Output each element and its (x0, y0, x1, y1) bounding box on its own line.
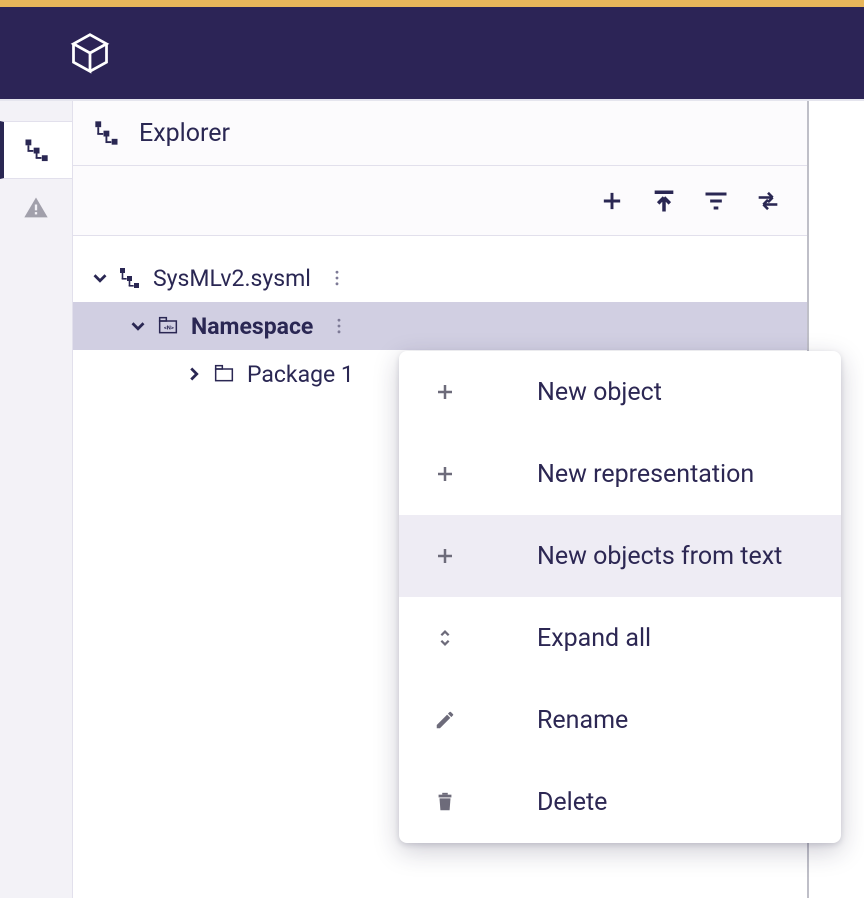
explorer-title: Explorer (139, 119, 230, 148)
plus-icon (431, 542, 459, 570)
context-menu: New object New representation New object… (399, 351, 841, 843)
add-button[interactable] (597, 186, 627, 216)
main-area: Explorer (0, 101, 864, 898)
menu-item-label: Expand all (537, 624, 651, 653)
menu-item-rename[interactable]: Rename (399, 679, 841, 761)
namespace-icon: <N> (155, 313, 181, 339)
explorer-header: Explorer (73, 101, 807, 166)
tree-node-label: SysMLv2.sysml (153, 265, 311, 292)
tree-outline-icon (93, 119, 121, 147)
chevron-down-icon[interactable] (125, 313, 151, 339)
plus-icon (431, 378, 459, 406)
menu-item-label: Rename (537, 706, 628, 735)
menu-item-expand-all[interactable]: Expand all (399, 597, 841, 679)
sync-button[interactable] (753, 186, 783, 216)
upload-button[interactable] (649, 186, 679, 216)
plus-icon (431, 460, 459, 488)
sidebar-tab-explorer[interactable] (0, 121, 72, 179)
app-header (0, 7, 864, 101)
tree-node-label: Package 1 (247, 361, 354, 388)
menu-item-label: Delete (537, 788, 607, 817)
chevron-down-icon[interactable] (87, 265, 113, 291)
trash-icon (431, 788, 459, 816)
pencil-icon (431, 706, 459, 734)
explorer-panel: Explorer (73, 101, 809, 898)
expand-icon (431, 624, 459, 652)
accent-bar (0, 0, 864, 7)
menu-item-new-objects-from-text[interactable]: New objects from text (399, 515, 841, 597)
svg-text:<N>: <N> (164, 325, 174, 331)
node-menu-button[interactable] (327, 314, 351, 338)
model-file-icon (117, 265, 143, 291)
explorer-toolbar (73, 166, 807, 236)
menu-item-label: New object (537, 378, 662, 407)
menu-item-delete[interactable]: Delete (399, 761, 841, 843)
menu-item-new-object[interactable]: New object (399, 351, 841, 433)
view-sidebar (0, 101, 73, 898)
tree-node-label: Namespace (191, 313, 313, 340)
node-menu-button[interactable] (325, 266, 349, 290)
filter-button[interactable] (701, 186, 731, 216)
menu-item-label: New representation (537, 460, 754, 489)
menu-item-new-representation[interactable]: New representation (399, 433, 841, 515)
cube-logo-icon (68, 31, 112, 75)
tree-node-root[interactable]: SysMLv2.sysml (73, 254, 807, 302)
chevron-right-icon[interactable] (181, 361, 207, 387)
sidebar-tab-warnings[interactable] (0, 179, 72, 237)
tree-node-namespace[interactable]: <N> Namespace (73, 302, 807, 350)
package-icon (211, 361, 237, 387)
menu-item-label: New objects from text (537, 542, 782, 571)
